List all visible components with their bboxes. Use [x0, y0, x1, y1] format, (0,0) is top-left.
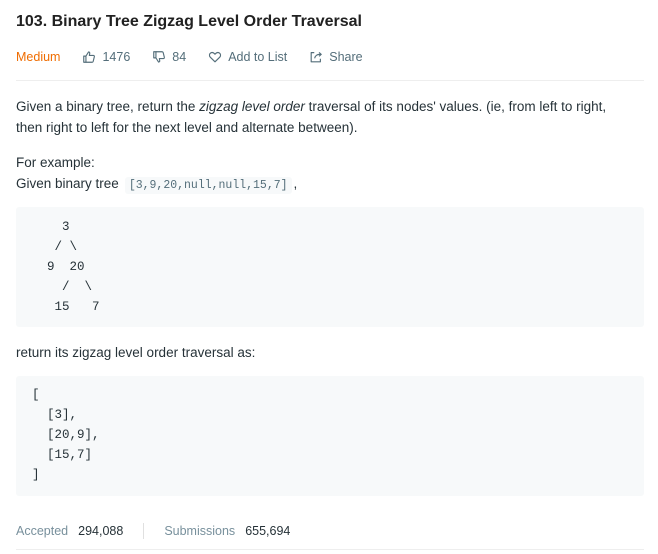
problem-description: Given a binary tree, return the zigzag l… — [16, 96, 636, 138]
share-icon — [310, 52, 323, 63]
share-button[interactable]: Share — [309, 50, 363, 64]
given-prefix: Given binary tree — [16, 176, 119, 191]
description-emphasis: zigzag level order — [199, 99, 305, 114]
given-tree-code: [3,9,20,null,null,15,7] — [124, 177, 292, 194]
example-label: For example: — [16, 155, 95, 170]
given-suffix: , — [293, 176, 298, 191]
heart-icon — [209, 52, 222, 63]
accepted-value: 294,088 — [78, 524, 124, 538]
return-label: return its zigzag level order traversal … — [16, 345, 256, 360]
dislike-button[interactable]: 84 — [152, 50, 186, 64]
submissions-value: 655,694 — [245, 524, 291, 538]
add-to-list-label: Add to List — [228, 50, 288, 64]
like-count: 1476 — [102, 50, 131, 64]
description-text-start: Given a binary tree, return the — [16, 99, 200, 114]
add-to-list-button[interactable]: Add to List — [208, 50, 287, 64]
dislike-count: 84 — [172, 50, 187, 64]
tree-diagram-block: 3 / \ 9 20 / \ 15 7 — [16, 207, 644, 327]
result-code-block: [ [3], [20,9], [15,7] ] — [16, 376, 644, 496]
thumbs-up-icon — [83, 51, 96, 63]
difficulty-badge: Medium — [16, 50, 61, 64]
share-label: Share — [329, 50, 363, 64]
problem-title: 103. Binary Tree Zigzag Level Order Trav… — [16, 13, 362, 30]
problem-meta-bar: Medium 1476 84 Add to List Share — [16, 48, 385, 66]
thumbs-down-icon — [153, 51, 166, 63]
submissions-label: Submissions — [164, 524, 236, 538]
stats-separator — [143, 523, 145, 539]
accepted-label: Accepted — [16, 524, 69, 538]
footer-divider — [16, 549, 644, 550]
like-button[interactable]: 1476 — [82, 50, 130, 64]
given-tree-line: Given binary tree [3,9,20,null,null,15,7]… — [16, 173, 297, 196]
header-divider — [16, 80, 644, 81]
submission-stats: Accepted 294,088 Submissions 655,694 — [16, 521, 290, 541]
